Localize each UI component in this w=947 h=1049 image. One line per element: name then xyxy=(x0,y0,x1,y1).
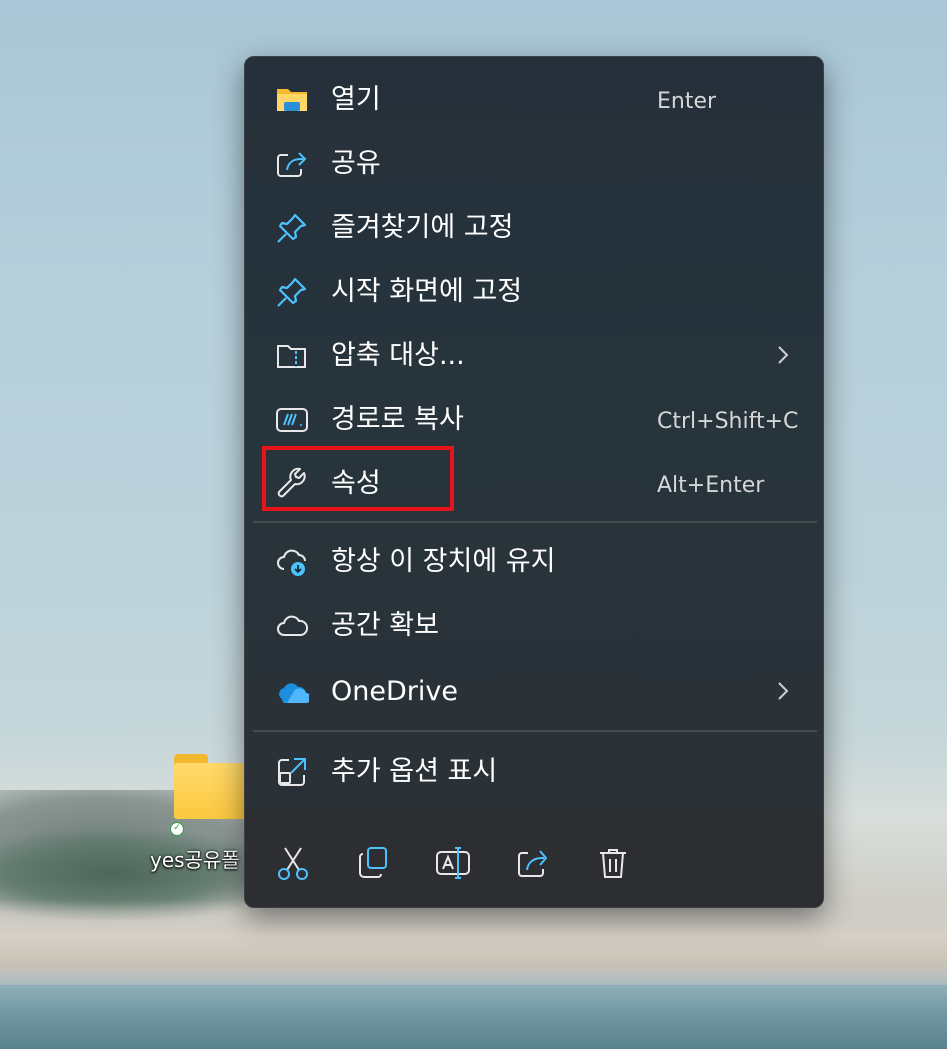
background-water xyxy=(0,985,947,1049)
menu-divider xyxy=(253,730,817,732)
cloud-icon xyxy=(275,609,309,643)
menu-item-open[interactable]: 열기 Enter xyxy=(253,69,817,129)
menu-item-label: 압축 대상... xyxy=(331,340,465,371)
folder-open-icon xyxy=(275,83,309,117)
menu-item-free-space[interactable]: 공간 확보 xyxy=(253,595,817,655)
highlight-box xyxy=(262,446,454,511)
pin-icon xyxy=(275,211,309,245)
delete-icon[interactable] xyxy=(595,845,631,881)
cloud-download-icon xyxy=(275,545,309,579)
copy-path-icon xyxy=(275,403,309,437)
menu-divider xyxy=(253,521,817,523)
menu-item-pin-quick-access[interactable]: 즐겨찾기에 고정 xyxy=(253,197,817,257)
menu-item-label: 추가 옵션 표시 xyxy=(331,756,498,787)
menu-item-pin-start[interactable]: 시작 화면에 고정 xyxy=(253,261,817,321)
folder-icon xyxy=(174,754,248,819)
context-menu-toolbar xyxy=(245,809,823,907)
rename-icon[interactable] xyxy=(435,845,471,881)
chevron-right-icon xyxy=(771,677,795,705)
share-icon[interactable] xyxy=(515,845,551,881)
green-check-icon: ✓ xyxy=(170,822,184,836)
menu-item-label: 공간 확보 xyxy=(331,610,439,641)
menu-item-show-more-options[interactable]: 추가 옵션 표시 xyxy=(253,741,817,801)
menu-item-label: 즐겨찾기에 고정 xyxy=(331,212,514,243)
menu-item-shortcut: Ctrl+Shift+C xyxy=(657,409,799,434)
pin-icon xyxy=(275,275,309,309)
menu-item-label: 열기 xyxy=(331,84,381,115)
share-icon xyxy=(275,147,309,181)
menu-item-copy-path[interactable]: 경로로 복사 Ctrl+Shift+C xyxy=(253,389,817,449)
background-rocks xyxy=(0,900,947,990)
copy-icon[interactable] xyxy=(355,845,391,881)
cut-icon[interactable] xyxy=(275,845,311,881)
menu-item-keep-on-device[interactable]: 항상 이 장치에 유지 xyxy=(253,531,817,591)
menu-item-onedrive[interactable]: OneDrive xyxy=(253,661,817,721)
menu-item-label: 항상 이 장치에 유지 xyxy=(331,546,556,577)
open-external-icon xyxy=(275,755,309,789)
menu-item-shortcut: Enter xyxy=(657,89,717,114)
menu-item-label: OneDrive xyxy=(331,676,458,707)
menu-item-share[interactable]: 공유 xyxy=(253,133,817,193)
chevron-right-icon xyxy=(771,341,795,369)
menu-item-shortcut: Alt+Enter xyxy=(657,473,765,498)
zip-folder-icon xyxy=(275,339,309,373)
onedrive-icon xyxy=(275,675,309,709)
menu-item-label: 공유 xyxy=(331,148,381,179)
menu-item-label: 시작 화면에 고정 xyxy=(331,276,523,307)
menu-item-label: 경로로 복사 xyxy=(331,404,464,435)
menu-item-compress[interactable]: 압축 대상... xyxy=(253,325,817,385)
